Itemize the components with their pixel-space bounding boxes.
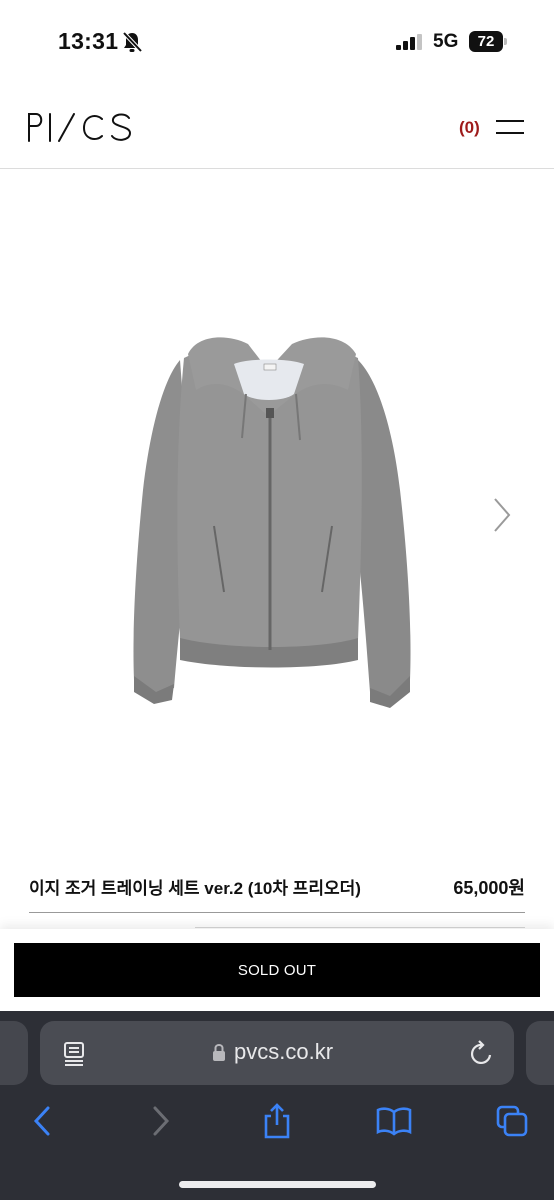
forward-icon (153, 1106, 170, 1136)
battery-indicator: 72 (469, 31, 509, 52)
next-image-arrow-icon[interactable] (490, 496, 514, 534)
divider-secondary (195, 927, 525, 928)
product-info: 이지 조거 트레이닝 세트 ver.2 (10차 프리오더) 65,000원 (29, 874, 525, 904)
bookmarks-icon (376, 1107, 412, 1136)
lock-icon (213, 1044, 225, 1061)
status-bar: 13:31 5G 72 (0, 0, 554, 84)
address-url[interactable]: pvcs.co.kr (234, 1039, 333, 1065)
bookmarks-button[interactable] (374, 1099, 414, 1143)
browser-bar: pvcs.co.kr (0, 1011, 554, 1200)
share-button[interactable] (257, 1099, 297, 1143)
browser-toolbar (0, 1099, 554, 1149)
bell-slash-icon (122, 31, 142, 53)
product-name: 이지 조거 트레이닝 세트 ver.2 (10차 프리오더) (29, 879, 361, 898)
product-price: 65,000원 (453, 878, 525, 898)
address-bar[interactable]: pvcs.co.kr (40, 1021, 514, 1085)
share-icon (264, 1103, 290, 1139)
tabs-button[interactable] (492, 1099, 532, 1143)
back-button[interactable] (22, 1099, 62, 1143)
forward-button[interactable] (141, 1099, 181, 1143)
sold-out-button[interactable]: SOLD OUT (14, 943, 540, 997)
back-icon (33, 1106, 50, 1136)
status-time: 13:31 (58, 28, 119, 54)
pvcs-logo[interactable] (26, 110, 138, 144)
network-label: 5G (433, 31, 459, 52)
menu-icon[interactable] (495, 118, 525, 136)
previous-tab-preview[interactable] (0, 1021, 28, 1085)
battery-cap (504, 38, 507, 45)
signal-icon (396, 34, 422, 50)
reload-icon[interactable] (469, 1039, 495, 1067)
purchase-bar: SOLD OUT (0, 929, 554, 1011)
cart-count[interactable]: (0) (459, 118, 480, 138)
next-tab-preview[interactable] (526, 1021, 554, 1085)
home-indicator (179, 1181, 376, 1188)
site-header: (0) (0, 84, 554, 169)
screen: 13:31 5G 72 (0) 이지 조거 트레이닝 세트 ver.2 (10차… (0, 0, 554, 1200)
product-image (133, 337, 411, 708)
battery-level: 72 (469, 31, 503, 52)
reader-icon[interactable] (62, 1041, 86, 1067)
tabs-icon (496, 1105, 528, 1137)
divider (29, 912, 525, 913)
